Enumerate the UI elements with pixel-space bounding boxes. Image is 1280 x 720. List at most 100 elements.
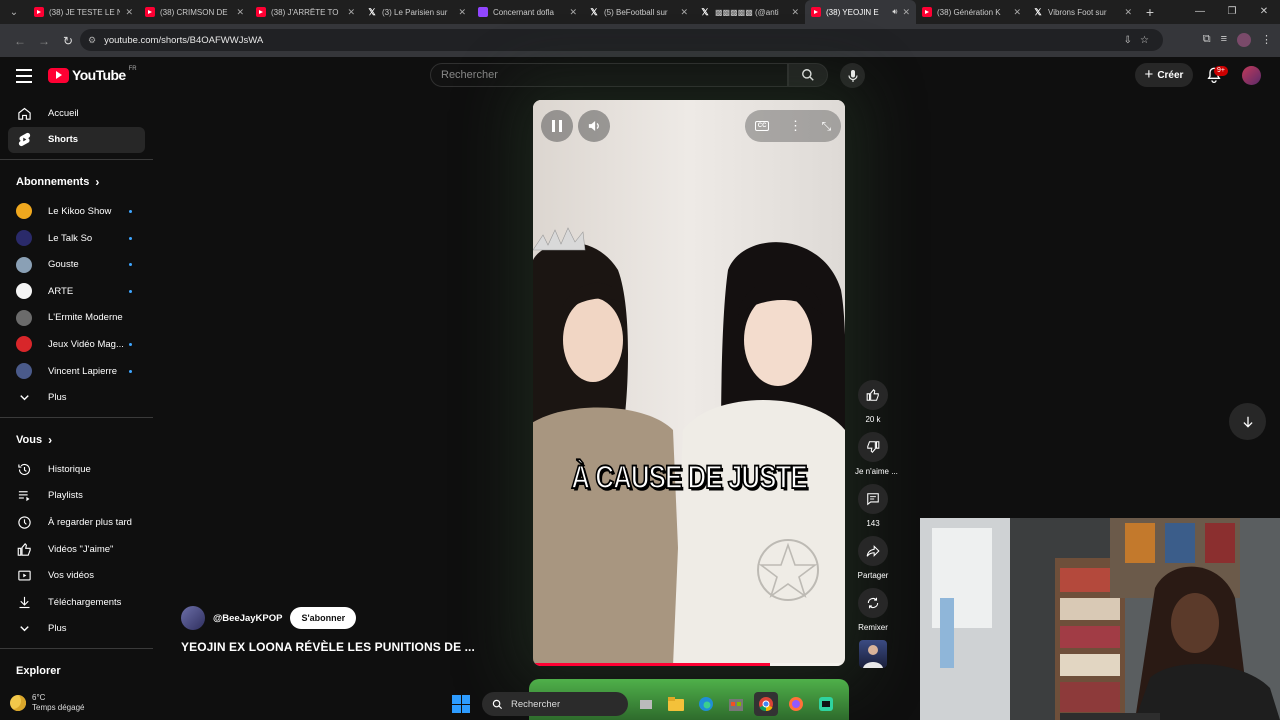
audio-playing-icon[interactable]: 🔊︎ — [892, 7, 897, 17]
bookmark-star-icon[interactable]: ⇩☆ — [1124, 35, 1157, 46]
channel-avatar — [16, 256, 32, 273]
subscriptions-more-button[interactable]: Plus — [0, 384, 153, 411]
subscriptions-heading[interactable]: Abonnements › — [0, 166, 153, 198]
voice-search-button[interactable] — [840, 63, 865, 88]
comments-button[interactable] — [858, 484, 888, 514]
fullscreen-icon[interactable]: ⤡ — [822, 119, 832, 134]
remix-button[interactable] — [858, 588, 888, 618]
pause-button[interactable] — [541, 110, 573, 142]
browser-tab[interactable]: (38) JE TESTE LE N ✕ — [28, 0, 139, 24]
x-icon: 𝕏 — [590, 6, 598, 17]
close-tab-icon[interactable]: ✕ — [347, 7, 355, 18]
search-input[interactable]: Rechercher — [430, 63, 788, 87]
short-title[interactable]: YEOJIN EX LOONA RÉVÈLE LES PUNITIONS DE … — [181, 640, 475, 654]
like-button[interactable] — [858, 380, 888, 410]
sidebar-item-shorts[interactable]: Shorts — [8, 126, 145, 154]
subscription-item[interactable]: Vincent Lapierre — [0, 358, 153, 385]
streaming-app-icon[interactable] — [814, 692, 838, 716]
task-view-icon[interactable] — [634, 692, 658, 716]
profile-avatar[interactable] — [1237, 33, 1251, 47]
sidebar-item-accueil[interactable]: Accueil — [0, 100, 153, 127]
sidebar-item-playlist[interactable]: Playlists — [0, 483, 153, 510]
browser-tab[interactable]: 𝕏 Vibrons Foot sur ✕ — [1027, 0, 1138, 24]
browser-tab[interactable]: (38) CRIMSON DE ✕ — [139, 0, 250, 24]
subscription-item[interactable]: Le Kikoo Show — [0, 198, 153, 225]
store-icon[interactable] — [724, 692, 748, 716]
menu-icon[interactable] — [16, 69, 32, 83]
search-icon — [802, 69, 814, 81]
share-button[interactable] — [858, 536, 888, 566]
browser-tab[interactable]: Concernant dofla ✕ — [472, 0, 583, 24]
subscription-item[interactable]: ARTE — [0, 278, 153, 305]
firefox-icon[interactable] — [784, 692, 808, 716]
minimize-button[interactable]: — — [1184, 0, 1216, 24]
reload-button[interactable]: ↻ — [56, 34, 80, 48]
taskbar-search[interactable]: Rechercher — [482, 692, 628, 716]
next-short-button[interactable] — [1229, 403, 1266, 440]
sidebar-item-history[interactable]: Historique — [0, 456, 153, 483]
forward-button[interactable]: → — [32, 34, 56, 48]
subscription-label: Le Talk So — [48, 232, 93, 244]
sidebar-item-video[interactable]: Vos vidéos — [0, 562, 153, 589]
subscription-item[interactable]: L'Ermite Moderne — [0, 305, 153, 332]
browser-tab[interactable]: (38) J'ARRÊTE TO ✕ — [250, 0, 361, 24]
explore-heading: Explorer — [0, 655, 153, 687]
sidebar-item-download[interactable]: Téléchargements — [0, 589, 153, 616]
more-options-icon[interactable]: ⋮ — [789, 118, 802, 134]
windows-start-icon[interactable] — [452, 695, 470, 713]
subscription-item[interactable]: Le Talk So — [0, 225, 153, 252]
short-video-player[interactable]: CC ⋮ ⤡ À CAUSE DE JUSTE — [533, 100, 845, 666]
close-tab-icon[interactable]: ✕ — [1124, 7, 1132, 18]
subscription-item[interactable]: Jeux Vidéo Mag... — [0, 331, 153, 358]
close-tab-icon[interactable]: ✕ — [680, 7, 688, 18]
channel-avatar[interactable] — [181, 606, 205, 630]
channel-name[interactable]: @BeeJayKPOP — [213, 613, 282, 624]
close-tab-icon[interactable]: ✕ — [236, 7, 244, 18]
file-explorer-icon[interactable] — [664, 692, 688, 716]
search-button[interactable] — [788, 63, 828, 87]
subscription-item[interactable]: Gouste — [0, 251, 153, 278]
back-button[interactable]: ← — [8, 34, 32, 48]
weather-widget[interactable]: 6°C Temps dégagé — [10, 693, 84, 713]
dislike-label: Je n'aime ... — [855, 467, 898, 476]
edge-icon[interactable] — [694, 692, 718, 716]
captions-icon[interactable]: CC — [754, 121, 770, 131]
chrome-icon[interactable] — [754, 692, 778, 716]
site-info-icon[interactable]: ⚙ — [88, 35, 96, 46]
extensions-icon[interactable]: ⧉ — [1203, 33, 1211, 47]
browser-tab[interactable]: 𝕏 (3) Le Parisien sur ✕ — [361, 0, 472, 24]
new-content-dot — [129, 210, 132, 214]
account-avatar[interactable] — [1242, 66, 1261, 85]
notification-badge: 9+ — [1214, 66, 1228, 76]
browser-tab[interactable]: 𝕏 (5) BeFootball sur ✕ — [583, 0, 694, 24]
youtube-logo[interactable]: YouTube FR — [48, 66, 137, 83]
close-tab-icon[interactable]: ✕ — [1013, 7, 1021, 18]
you-more-button[interactable]: Plus — [0, 616, 153, 643]
maximize-button[interactable]: ❐ — [1216, 0, 1248, 24]
arrow-down-icon — [1242, 416, 1253, 428]
subscribe-button[interactable]: S'abonner — [290, 607, 357, 629]
close-tab-icon[interactable]: ✕ — [569, 7, 577, 18]
sound-thumbnail[interactable] — [859, 640, 887, 668]
browser-tab[interactable]: (38) YEOJIN E 🔊︎ ✕ — [805, 0, 916, 24]
tab-search-icon[interactable]: ⌄ — [0, 0, 28, 24]
volume-button[interactable] — [578, 110, 610, 142]
progress-bar[interactable] — [533, 663, 845, 666]
sidebar-item-like[interactable]: Vidéos "J'aime" — [0, 536, 153, 563]
browser-menu-icon[interactable]: ⋮ — [1261, 33, 1272, 47]
close-tab-icon[interactable]: ✕ — [125, 7, 133, 18]
close-window-button[interactable]: ✕ — [1248, 0, 1280, 24]
browser-tab[interactable]: 𝕏 ▩▩▩▩▩ (@anti ✕ — [694, 0, 805, 24]
sidebar-item-clock[interactable]: À regarder plus tard — [0, 509, 153, 536]
you-heading[interactable]: Vous › — [0, 424, 153, 456]
media-icon[interactable]: ≡ — [1221, 33, 1227, 47]
home-icon — [16, 105, 32, 121]
close-tab-icon[interactable]: ✕ — [791, 7, 799, 18]
browser-tab[interactable]: (38) Génération K ✕ — [916, 0, 1027, 24]
dislike-button[interactable] — [858, 432, 888, 462]
close-tab-icon[interactable]: ✕ — [458, 7, 466, 18]
create-button[interactable]: + Créer — [1135, 63, 1193, 87]
url-bar[interactable]: ⚙ youtube.com/shorts/B4OAFWWJsWA ⇩☆ — [80, 29, 1163, 51]
new-tab-button[interactable]: + — [1138, 4, 1162, 20]
close-tab-icon[interactable]: ✕ — [902, 7, 910, 18]
